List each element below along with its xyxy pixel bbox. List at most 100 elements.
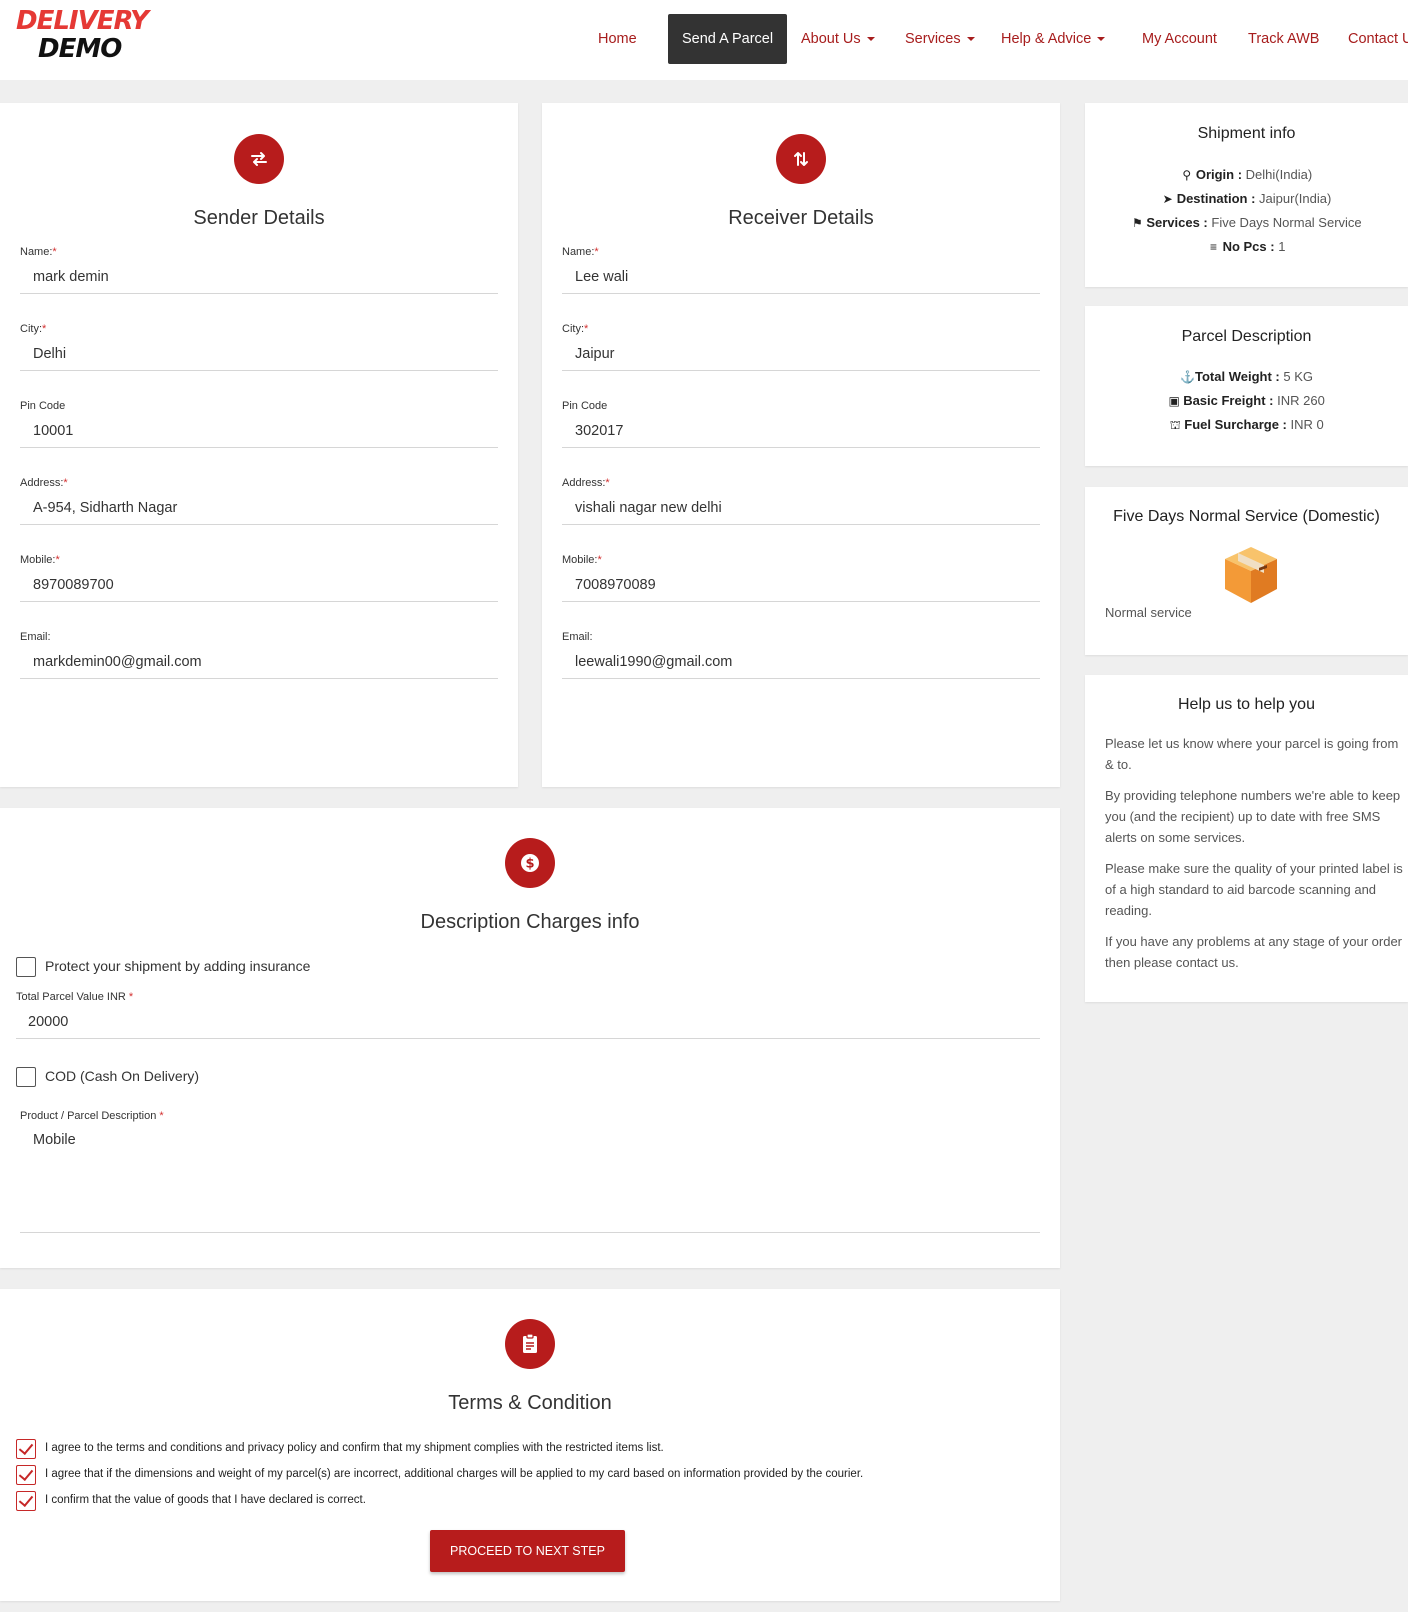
receiver-address-input[interactable]: vishali nagar new delhi — [575, 500, 722, 516]
terms-checkbox-3[interactable] — [16, 1491, 36, 1511]
caret-down-icon — [1097, 37, 1106, 42]
nav-home[interactable]: Home — [598, 14, 637, 64]
location-arrow-icon: ➤ — [1162, 192, 1173, 206]
divider — [20, 293, 498, 294]
sender-email-input[interactable]: markdemin00@gmail.com — [33, 654, 202, 670]
tags-icon: ⚑ — [1131, 216, 1143, 230]
bank-icon: ⛫ — [1169, 418, 1181, 432]
sender-mobile-label: Mobile:* — [20, 554, 60, 566]
nav-my-account[interactable]: My Account — [1142, 14, 1217, 64]
divider — [20, 447, 498, 448]
terms-label-2: I agree that if the dimensions and weigh… — [45, 1468, 864, 1480]
description-charges-card: $ Description Charges info Protect your … — [0, 808, 1060, 1268]
sender-mobile-input[interactable]: 8970089700 — [33, 577, 114, 593]
sender-email-label: Email: — [20, 631, 51, 643]
divider — [16, 1038, 1040, 1039]
nav-send-parcel[interactable]: Send A Parcel — [668, 14, 787, 64]
nav-services[interactable]: Services — [905, 14, 975, 64]
shipment-info-card: Shipment info ⚲ Origin : Delhi(India) ➤ De… — [1085, 103, 1408, 287]
sender-city-label: City:* — [20, 323, 47, 335]
nav-contact[interactable]: Contact U — [1348, 14, 1408, 64]
logo-line-1: DELIVERY — [16, 6, 149, 36]
sender-city-input[interactable]: Delhi — [33, 346, 66, 362]
sender-details-card: Sender Details Name:* mark demin City:* … — [0, 103, 518, 787]
receiver-email-label: Email: — [562, 631, 593, 643]
receiver-details-card: Receiver Details Name:* Lee wali City:* … — [542, 103, 1060, 787]
receiver-mobile-input[interactable]: 7008970089 — [575, 577, 656, 593]
divider — [20, 524, 498, 525]
nav-track-awb[interactable]: Track AWB — [1248, 14, 1319, 64]
receiver-pin-input[interactable]: 302017 — [575, 423, 623, 439]
divider — [20, 601, 498, 602]
terms-checkbox-2[interactable] — [16, 1465, 36, 1485]
receiver-title: Receiver Details — [728, 207, 874, 229]
sender-pin-input[interactable]: 10001 — [33, 423, 73, 439]
weight-row: ⚓Total Weight : 5 KG — [1180, 369, 1313, 384]
freight-row: ▣ Basic Freight : INR 260 — [1168, 393, 1325, 408]
cod-checkbox[interactable] — [16, 1067, 36, 1087]
help-paragraph-3: Please make sure the quality of your pri… — [1105, 861, 1403, 918]
map-marker-icon: ⚲ — [1182, 168, 1192, 182]
receiver-city-label: City:* — [562, 323, 589, 335]
divider — [20, 1232, 1040, 1233]
swap-horizontal-icon — [234, 134, 284, 184]
service-card: Five Days Normal Service (Domestic) Norm… — [1085, 487, 1408, 655]
caret-down-icon — [866, 37, 875, 42]
nav-about-us[interactable]: About Us — [801, 14, 875, 64]
sender-address-input[interactable]: A-954, Sidharth Nagar — [33, 500, 177, 516]
swap-vertical-icon — [776, 134, 826, 184]
sender-name-input[interactable]: mark demin — [33, 269, 109, 285]
insurance-checkbox[interactable] — [16, 957, 36, 977]
fuel-row: ⛫ Fuel Surcharge : INR 0 — [1169, 417, 1324, 432]
nav-about-us-label: About Us — [801, 31, 861, 47]
terms-title: Terms & Condition — [448, 1392, 612, 1414]
receiver-mobile-label: Mobile:* — [562, 554, 602, 566]
anchor-icon: ⚓ — [1180, 370, 1195, 384]
brand-logo[interactable]: DELIVERY DEMO — [0, 0, 149, 72]
divider — [562, 293, 1040, 294]
services-row: ⚑ Services : Five Days Normal Service — [1131, 215, 1362, 230]
receiver-name-label: Name:* — [562, 246, 599, 258]
divider — [20, 678, 498, 679]
divider — [562, 370, 1040, 371]
pcs-row: ≡ No Pcs : 1 — [1085, 239, 1408, 254]
proceed-button[interactable]: PROCEED TO NEXT STEP — [430, 1530, 625, 1572]
origin-row: ⚲ Origin : Delhi(India) — [1182, 167, 1313, 182]
parcel-description-card: Parcel Description ⚓Total Weight : 5 KG … — [1085, 306, 1408, 466]
money-icon: ▣ — [1168, 394, 1180, 408]
top-navbar: DELIVERY DEMO Home Send A Parcel About U… — [0, 0, 1408, 80]
receiver-name-input[interactable]: Lee wali — [575, 269, 628, 285]
receiver-address-label: Address:* — [562, 477, 610, 489]
clipboard-icon — [505, 1319, 555, 1369]
sender-pin-label: Pin Code — [20, 400, 66, 412]
help-card: Help us to help you Please let us know w… — [1085, 675, 1408, 1002]
logo-line-2: DEMO — [38, 34, 122, 64]
receiver-email-input[interactable]: leewali1990@gmail.com — [575, 654, 732, 670]
parcel-value-label: Total Parcel Value INR * — [16, 991, 134, 1003]
help-paragraph-2: By providing telephone numbers we're abl… — [1105, 788, 1401, 845]
help-paragraph-1: Please let us know where your parcel is … — [1105, 736, 1399, 772]
list-ordered-icon: ≡ — [1210, 240, 1218, 254]
receiver-city-input[interactable]: Jaipur — [575, 346, 615, 362]
parcel-description-title: Parcel Description — [1181, 328, 1312, 345]
cod-label: COD (Cash On Delivery) — [45, 1068, 200, 1084]
receiver-pin-label: Pin Code — [562, 400, 608, 412]
service-note: Normal service — [1105, 605, 1192, 620]
help-paragraph-4: If you have any problems at any stage of… — [1105, 934, 1403, 970]
terms-checkbox-1[interactable] — [16, 1439, 36, 1459]
parcel-description-textarea[interactable]: Mobile — [33, 1132, 1033, 1222]
nav-help-advice-label: Help & Advice — [1001, 31, 1092, 47]
parcel-box-icon — [1223, 543, 1279, 603]
help-title: Help us to help you — [1178, 696, 1315, 713]
shipment-info-title: Shipment info — [1197, 125, 1296, 142]
destination-row: ➤ Destination : Jaipur(India) — [1162, 191, 1332, 206]
terms-label-3: I confirm that the value of goods that I… — [45, 1494, 366, 1506]
parcel-value-input[interactable]: 20000 — [28, 1014, 68, 1030]
parcel-description-label: Product / Parcel Description * — [20, 1110, 164, 1122]
nav-help-advice[interactable]: Help & Advice — [1001, 14, 1106, 64]
insurance-label: Protect your shipment by adding insuranc… — [45, 958, 311, 974]
divider — [20, 370, 498, 371]
caret-down-icon — [966, 37, 975, 42]
divider — [562, 524, 1040, 525]
sender-address-label: Address:* — [20, 477, 68, 489]
